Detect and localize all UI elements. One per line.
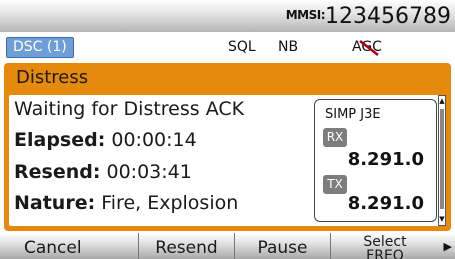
- nb-indicator: NB: [278, 39, 299, 55]
- panel-content: Waiting for Distress ACK Elapsed: 00:00:…: [9, 95, 446, 226]
- scrollbar[interactable]: ▲ ▼: [438, 95, 446, 226]
- scroll-thumb[interactable]: [440, 109, 444, 209]
- frequency-box: SIMP J3E RX 8.291.0 TX 8.291.0: [314, 99, 437, 222]
- resend-row: Resend: 00:03:41: [14, 161, 192, 183]
- nature-value: Fire, Explosion: [101, 192, 239, 214]
- agc-off-slash-icon: [359, 40, 379, 56]
- elapsed-label: Elapsed:: [14, 129, 106, 151]
- mmsi-display: MMSI:123456789: [286, 4, 451, 29]
- resend-label: Resend:: [14, 161, 101, 183]
- distress-panel: Distress Waiting for Distress ACK Elapse…: [4, 63, 451, 231]
- select-freq-button[interactable]: Select FREQ: [330, 233, 439, 259]
- status-bar: DSC (1) SQL NB AGC: [0, 32, 455, 62]
- tx-frequency: 8.291.0: [347, 193, 424, 214]
- waiting-message: Waiting for Distress ACK: [14, 98, 245, 120]
- resend-value: 00:03:41: [106, 161, 192, 183]
- softkey-bar: Cancel Resend Pause Select FREQ ▶: [0, 233, 455, 259]
- rx-frequency: 8.291.0: [347, 149, 424, 170]
- pause-button[interactable]: Pause: [234, 233, 330, 259]
- rx-badge: RX: [323, 128, 347, 147]
- tx-badge: TX: [323, 175, 347, 194]
- resend-button[interactable]: Resend: [138, 233, 234, 259]
- agc-indicator: AGC: [352, 39, 382, 56]
- mode-label: SIMP J3E: [325, 107, 381, 122]
- dsc-indicator[interactable]: DSC (1): [6, 37, 74, 58]
- elapsed-value: 00:00:14: [111, 129, 197, 151]
- mmsi-value: 123456789: [325, 4, 451, 29]
- cancel-button[interactable]: Cancel: [0, 233, 138, 259]
- nature-label: Nature:: [14, 192, 96, 214]
- nature-row: Nature: Fire, Explosion: [14, 192, 238, 214]
- select-freq-line2: FREQ: [366, 248, 404, 259]
- scroll-up-arrow-icon[interactable]: ▲: [439, 97, 445, 106]
- select-freq-line1: Select: [363, 234, 407, 250]
- sql-indicator: SQL: [228, 39, 256, 55]
- elapsed-row: Elapsed: 00:00:14: [14, 129, 197, 151]
- top-bar: MMSI:123456789: [0, 0, 455, 32]
- panel-title: Distress: [16, 67, 89, 88]
- mmsi-label: MMSI:: [285, 8, 326, 22]
- scroll-down-arrow-icon[interactable]: ▼: [439, 215, 445, 224]
- next-page-arrow-icon[interactable]: ▶: [444, 240, 452, 253]
